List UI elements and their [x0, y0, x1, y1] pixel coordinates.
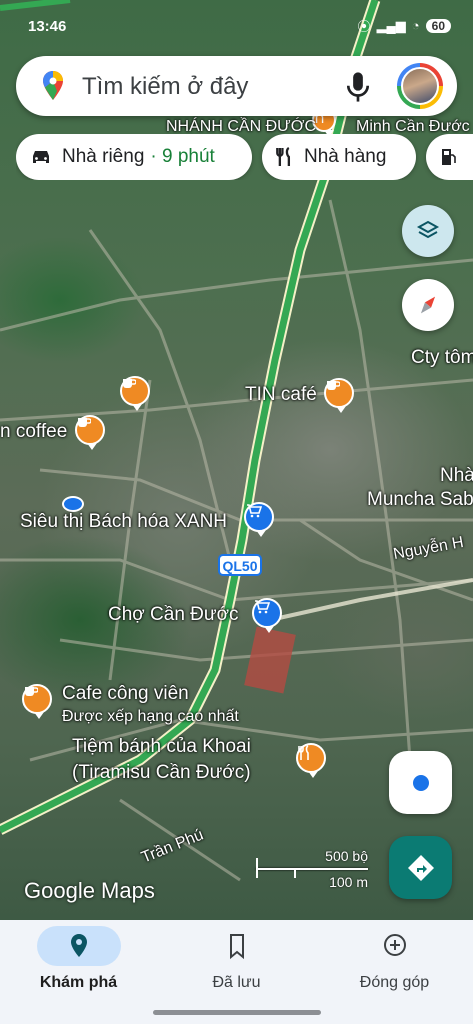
- restaurant-icon: [276, 146, 291, 166]
- avatar[interactable]: [397, 63, 443, 109]
- map-label[interactable]: Nhà: [440, 465, 473, 487]
- explore-pin-icon: [71, 934, 87, 957]
- scale-imperial: 500 bộ: [325, 848, 368, 864]
- nav-contribute[interactable]: Đóng góp: [316, 920, 473, 1010]
- cafe-poi-icon[interactable]: [22, 684, 52, 719]
- restaurant-poi-icon[interactable]: [296, 743, 326, 778]
- blue-dot-marker-icon: [62, 496, 84, 512]
- chip-restaurants[interactable]: Nhà hàng: [262, 134, 416, 180]
- gas-station-icon: [442, 149, 456, 165]
- cafe-poi-icon[interactable]: [324, 378, 354, 413]
- scale-metric: 100 m: [329, 874, 368, 890]
- home-indicator[interactable]: [153, 1010, 321, 1015]
- google-maps-logo: Google Maps: [24, 878, 155, 903]
- map-label[interactable]: Siêu thị Bách hóa XANH: [20, 511, 227, 533]
- microphone-icon[interactable]: [343, 70, 373, 104]
- map-scale: 500 bộ 100 m: [256, 848, 368, 890]
- map-label[interactable]: TIN café: [245, 384, 317, 406]
- status-bar: 13:46 ⦿ ▂▄▆ ◔ 60: [0, 0, 473, 50]
- cafe-poi-icon[interactable]: [75, 415, 105, 450]
- map-label[interactable]: Cty tôm: [411, 347, 473, 369]
- layers-button[interactable]: [402, 205, 454, 257]
- compass-button[interactable]: [402, 279, 454, 331]
- my-location-button[interactable]: [389, 751, 452, 814]
- search-bar[interactable]: Tìm kiếm ở đây: [16, 56, 457, 116]
- location-status-icon: ⦿: [357, 19, 371, 34]
- route-shield: QL50: [218, 554, 262, 576]
- chip-restaurants-label: Nhà hàng: [304, 146, 387, 167]
- car-icon: [33, 151, 49, 163]
- bottom-navigation: Khám phá Đã lưu Đóng góp: [0, 920, 473, 1024]
- map-label[interactable]: Chợ Cần Đước: [108, 604, 239, 626]
- search-input[interactable]: Tìm kiếm ở đây: [82, 73, 248, 101]
- nav-explore[interactable]: Khám phá: [0, 920, 157, 1010]
- nav-saved-label: Đã lưu: [212, 974, 261, 991]
- directions-icon: [407, 854, 434, 881]
- shopping-poi-icon[interactable]: [252, 598, 282, 633]
- chip-home-label: Nhà riêng: [62, 146, 145, 167]
- signal-icon: ▂▄▆: [376, 17, 406, 33]
- map-label[interactable]: (Tiramisu Cần Đước): [72, 762, 251, 784]
- nav-explore-label: Khám phá: [39, 974, 118, 991]
- battery-indicator: 60: [425, 18, 451, 33]
- bookmark-icon: [230, 934, 244, 960]
- map-label[interactable]: n coffee: [0, 421, 67, 443]
- add-circle-icon: [384, 934, 406, 956]
- cafe-poi-icon[interactable]: [120, 376, 150, 411]
- shopping-poi-icon[interactable]: [244, 502, 274, 537]
- map-label[interactable]: Muncha Sab: [367, 489, 473, 511]
- compass-icon: [420, 296, 436, 314]
- directions-button[interactable]: [389, 836, 452, 899]
- map-label[interactable]: Tiệm bánh của Khoai: [72, 736, 251, 758]
- status-time: 13:46: [28, 18, 67, 35]
- maps-pin-logo-icon: [43, 71, 63, 100]
- chip-gas[interactable]: [426, 134, 473, 180]
- wifi-icon: ◔: [411, 18, 420, 33]
- map-label[interactable]: Cafe công viên: [62, 683, 189, 705]
- category-chips: Nhà riêng · 9 phút Nhà hàng: [16, 134, 473, 180]
- map-label-subtitle: Được xếp hạng cao nhất: [62, 708, 239, 725]
- layers-icon: [416, 220, 440, 239]
- chip-home-eta: · 9 phút: [150, 146, 215, 167]
- chip-home[interactable]: Nhà riêng · 9 phút: [16, 134, 252, 180]
- nav-saved[interactable]: Đã lưu: [158, 920, 315, 1010]
- my-location-icon: [412, 774, 429, 791]
- nav-contribute-label: Đóng góp: [359, 974, 430, 991]
